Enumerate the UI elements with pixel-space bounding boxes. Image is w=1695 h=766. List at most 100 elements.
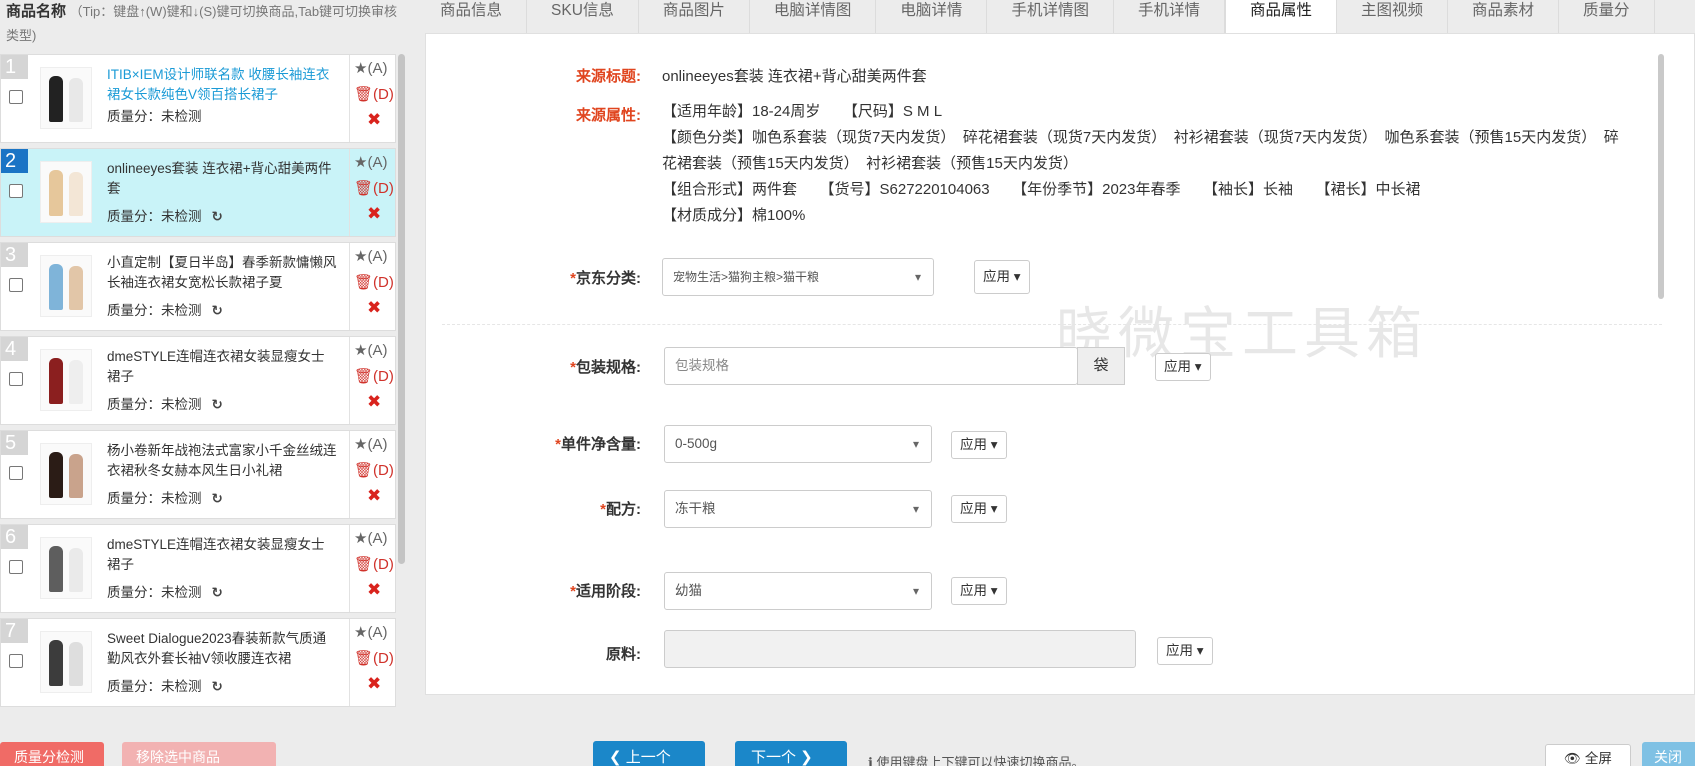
refresh-icon[interactable]: ↻: [212, 679, 223, 694]
remove-icon[interactable]: ✖: [367, 298, 381, 318]
package-spec-input[interactable]: 包装规格: [664, 347, 1078, 385]
trash-icon[interactable]: 🗑(D): [354, 367, 394, 385]
tab-item[interactable]: 商品属性: [1224, 0, 1337, 33]
product-thumbnail[interactable]: [40, 67, 92, 129]
tab-item[interactable]: SKU信息: [527, 0, 639, 33]
item-score: 质量分：未检测 ↻: [107, 209, 223, 224]
star-icon[interactable]: ★(A): [354, 341, 387, 359]
product-list-item[interactable]: 1 ITIB×IEM设计师联名款 收腰长袖连衣裙女长款纯色V领百搭长裙子 质量分：未…: [0, 54, 396, 143]
item-checkbox[interactable]: [9, 372, 23, 386]
section-divider: [442, 324, 1662, 325]
tab-item[interactable]: 商品素材: [1448, 0, 1560, 33]
source-title-value: onlineeyes套装 连衣裙+背心甜美两件套: [662, 68, 927, 85]
net-weight-apply-button[interactable]: 应用 ▾: [951, 431, 1007, 459]
item-title[interactable]: dmeSTYLE连帽连衣裙女装显瘦女士裙子: [107, 535, 337, 577]
item-title[interactable]: onlineeyes套装 连衣裙+背心甜美两件套: [107, 159, 337, 201]
star-icon[interactable]: ★(A): [354, 247, 387, 265]
product-thumbnail[interactable]: [40, 255, 92, 317]
fullscreen-button[interactable]: 👁 全屏: [1545, 744, 1631, 766]
product-list-item[interactable]: 3 小直定制【夏日半岛】春季新款慵懒风长袖连衣裙女宽松长款裙子夏 质量分：未检测 ↻ ★…: [0, 242, 396, 331]
product-thumbnail[interactable]: [40, 631, 92, 693]
star-icon[interactable]: ★(A): [354, 59, 387, 77]
item-index: 4: [1, 337, 28, 361]
item-checkbox[interactable]: [9, 184, 23, 198]
remove-icon[interactable]: ✖: [367, 486, 381, 506]
close-button[interactable]: 关闭: [1642, 742, 1695, 766]
jd-category-apply-button[interactable]: 应用 ▾: [974, 260, 1030, 294]
prev-button[interactable]: ❮ 上一个: [593, 741, 705, 766]
refresh-icon[interactable]: ↻: [212, 209, 223, 224]
item-checkbox[interactable]: [9, 466, 23, 480]
formula-apply-button[interactable]: 应用 ▾: [951, 495, 1007, 523]
jd-category-select[interactable]: 宠物生活>猫狗主粮>猫干粮: [662, 258, 934, 296]
content-scrollbar[interactable]: [1658, 54, 1664, 299]
next-button[interactable]: 下一个 ❯: [735, 741, 847, 766]
product-list-header: 商品名称 （Tip：键盘↑(W)键和↓(S)键可切换商品,Tab键可切换审核类型…: [6, 0, 401, 48]
trash-icon[interactable]: 🗑(D): [354, 555, 394, 573]
tab-item[interactable]: 质量分: [1559, 0, 1655, 33]
product-thumbnail[interactable]: [40, 349, 92, 411]
item-title[interactable]: 小直定制【夏日半岛】春季新款慵懒风长袖连衣裙女宽松长款裙子夏: [107, 253, 337, 295]
item-title[interactable]: ITIB×IEM设计师联名款 收腰长袖连衣裙女长款纯色V领百搭长裙子: [107, 65, 337, 107]
remove-icon[interactable]: ✖: [367, 392, 381, 412]
refresh-icon[interactable]: ↻: [212, 303, 223, 318]
tab-item[interactable]: 手机详情: [1114, 0, 1225, 33]
material-apply-button[interactable]: 应用 ▾: [1157, 637, 1213, 665]
trash-icon[interactable]: 🗑(D): [354, 85, 394, 103]
item-checkbox[interactable]: [9, 278, 23, 292]
product-list-item[interactable]: 4 dmeSTYLE连帽连衣裙女装显瘦女士裙子 质量分：未检测 ↻ ★(A) 🗑(D) ✖: [0, 336, 396, 425]
source-attr-line: 【颜色分类】咖色系套装（现货7天内发货） 碎花裙套装（现货7天内发货） 衬衫裙套…: [662, 129, 1619, 172]
item-index: 1: [1, 55, 28, 79]
package-spec-apply-button[interactable]: 应用 ▾: [1155, 353, 1211, 381]
remove-icon[interactable]: ✖: [367, 674, 381, 694]
item-checkbox[interactable]: [9, 560, 23, 574]
star-icon[interactable]: ★(A): [354, 529, 387, 547]
tab-item[interactable]: 主图视频: [1337, 0, 1448, 33]
remove-selected-button[interactable]: 移除选中商品: [122, 742, 276, 766]
stage-select[interactable]: 幼猫: [664, 572, 932, 610]
tab-item[interactable]: 电脑详情图: [750, 0, 877, 33]
tab-item[interactable]: 商品图片: [639, 0, 750, 33]
stage-apply-button[interactable]: 应用 ▾: [951, 577, 1007, 605]
list-scrollbar[interactable]: [398, 54, 405, 564]
item-score: 质量分：未检测 ↻: [107, 585, 223, 600]
refresh-icon[interactable]: ↻: [212, 397, 223, 412]
tab-item[interactable]: 电脑详情: [876, 0, 988, 33]
star-icon[interactable]: ★(A): [354, 623, 387, 641]
product-list-item[interactable]: 6 dmeSTYLE连帽连衣裙女装显瘦女士裙子质量分：未检测 ↻ ★(A) 🗑(D) ✖: [0, 524, 396, 613]
item-score: 质量分：未检测 ↻: [107, 679, 223, 694]
item-title[interactable]: dmeSTYLE连帽连衣裙女装显瘦女士裙子: [107, 347, 337, 389]
refresh-icon[interactable]: ↻: [212, 491, 223, 506]
tab-item[interactable]: 商品信息: [416, 0, 528, 33]
remove-icon[interactable]: ✖: [367, 204, 381, 224]
product-list-item[interactable]: 2 onlineeyes套装 连衣裙+背心甜美两件套 质量分：未检测 ↻ ★(A) 🗑(D…: [0, 148, 396, 237]
item-checkbox[interactable]: [9, 90, 23, 104]
quality-check-button[interactable]: 质量分检测: [0, 742, 104, 766]
item-score: 质量分：未检测 ↻: [107, 491, 223, 506]
product-list-item[interactable]: 7 Sweet Dialogue2023春装新款气质通勤风衣外套长袖V领收腰连衣裙…: [0, 618, 396, 707]
item-title[interactable]: 杨小卷新年战袍法式富家小千金丝绒连衣裙秋冬女赫本风生日小礼裙: [107, 441, 337, 483]
trash-icon[interactable]: 🗑(D): [354, 179, 394, 197]
trash-icon[interactable]: 🗑(D): [354, 649, 394, 667]
star-icon[interactable]: ★(A): [354, 153, 387, 171]
product-thumbnail[interactable]: [40, 443, 92, 505]
item-index: 7: [1, 619, 28, 643]
product-thumbnail[interactable]: [40, 161, 92, 223]
product-list[interactable]: 1 ITIB×IEM设计师联名款 收腰长袖连衣裙女长款纯色V领百搭长裙子质量分：未…: [0, 54, 396, 722]
star-icon[interactable]: ★(A): [354, 435, 387, 453]
trash-icon[interactable]: 🗑(D): [354, 273, 394, 291]
item-index: 6: [1, 525, 28, 549]
item-checkbox[interactable]: [9, 654, 23, 668]
remove-icon[interactable]: ✖: [367, 110, 381, 130]
product-thumbnail[interactable]: [40, 537, 92, 599]
refresh-icon[interactable]: ↻: [212, 585, 223, 600]
package-spec-label: *包装规格:: [570, 359, 641, 376]
tab-item[interactable]: 手机详情图: [987, 0, 1114, 33]
formula-select[interactable]: 冻干粮: [664, 490, 932, 528]
item-title[interactable]: Sweet Dialogue2023春装新款气质通勤风衣外套长袖V领收腰连衣裙: [107, 629, 337, 671]
remove-icon[interactable]: ✖: [367, 580, 381, 600]
net-weight-select[interactable]: 0-500g: [664, 425, 932, 463]
trash-icon[interactable]: 🗑(D): [354, 461, 394, 479]
product-list-item[interactable]: 5 杨小卷新年战袍法式富家小千金丝绒连衣裙秋冬女赫本风生日小礼裙 质量分：未检测 ↻ ★…: [0, 430, 396, 519]
material-input[interactable]: [664, 630, 1136, 668]
